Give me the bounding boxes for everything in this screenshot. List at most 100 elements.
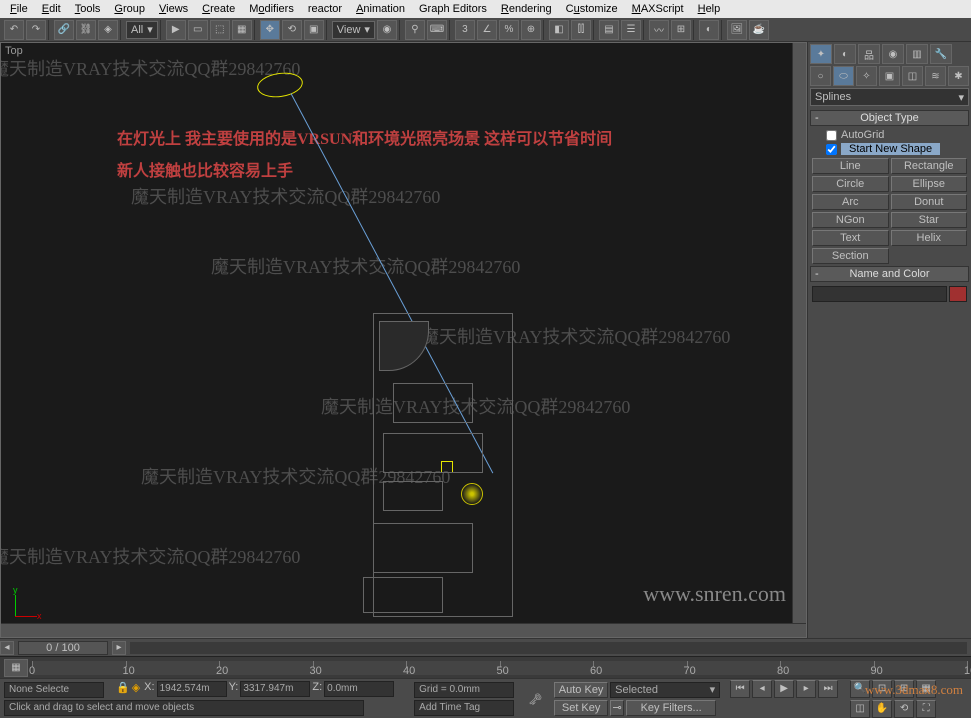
- select-button[interactable]: ▶: [166, 20, 186, 40]
- obj-circle[interactable]: Circle: [812, 176, 889, 192]
- obj-section[interactable]: Section: [812, 248, 889, 264]
- align-button[interactable]: ▤: [599, 20, 619, 40]
- obj-text[interactable]: Text: [812, 230, 889, 246]
- mirror-button[interactable]: ⫿⫿: [571, 20, 591, 40]
- obj-arc[interactable]: Arc: [812, 194, 889, 210]
- object-type-rollout[interactable]: -Object Type: [810, 110, 969, 126]
- helpers-cat[interactable]: ◫: [902, 66, 923, 86]
- x-coord-input[interactable]: 1942.574m: [157, 681, 227, 697]
- lock-icon[interactable]: 🔒: [116, 681, 130, 697]
- pivot-button[interactable]: ◉: [377, 20, 397, 40]
- obj-helix[interactable]: Helix: [891, 230, 968, 246]
- name-color-rollout[interactable]: -Name and Color: [810, 266, 969, 282]
- snap-button[interactable]: 3: [455, 20, 475, 40]
- quick-render-button[interactable]: ☕: [749, 20, 769, 40]
- ruler-track[interactable]: 0102030405060708090100: [32, 661, 967, 675]
- select-scale-button[interactable]: ▣: [304, 20, 324, 40]
- z-coord-input[interactable]: 0.0mm: [324, 681, 394, 697]
- render-scene-button[interactable]: 🖼: [727, 20, 747, 40]
- goto-start-button[interactable]: ⏮: [730, 680, 750, 698]
- category-dropdown[interactable]: Splines▾: [810, 88, 969, 106]
- cameras-cat[interactable]: ▣: [879, 66, 900, 86]
- bind-button[interactable]: ◈: [98, 20, 118, 40]
- hierarchy-tab[interactable]: 品: [858, 44, 880, 64]
- redo-button[interactable]: ↷: [26, 20, 46, 40]
- percent-snap-button[interactable]: %: [499, 20, 519, 40]
- startshape-checkbox[interactable]: [826, 144, 837, 155]
- menu-edit[interactable]: Edit: [36, 2, 67, 16]
- menu-views[interactable]: Views: [153, 2, 194, 16]
- next-frame-button[interactable]: ▸: [796, 680, 816, 698]
- obj-ellipse[interactable]: Ellipse: [891, 176, 968, 192]
- selection-filter-dropdown[interactable]: All▾: [126, 21, 158, 39]
- object-color-swatch[interactable]: [949, 286, 967, 302]
- ref-coord-dropdown[interactable]: View▾: [332, 21, 375, 39]
- display-tab[interactable]: ▥: [906, 44, 928, 64]
- angle-snap-button[interactable]: ∠: [477, 20, 497, 40]
- menu-rendering[interactable]: Rendering: [495, 2, 558, 16]
- menu-modifiers[interactable]: Modifiers: [243, 2, 300, 16]
- coord-mode-icon[interactable]: ◈: [132, 681, 140, 697]
- menu-file[interactable]: File: [4, 2, 34, 16]
- modify-tab[interactable]: ◐: [834, 44, 856, 64]
- window-crossing-button[interactable]: ▦: [232, 20, 252, 40]
- select-name-button[interactable]: ▭: [188, 20, 208, 40]
- viewport-scrollbar-v[interactable]: [792, 43, 806, 637]
- layers-button[interactable]: ☰: [621, 20, 641, 40]
- create-tab[interactable]: ✦: [810, 44, 832, 64]
- lights-cat[interactable]: ✧: [856, 66, 877, 86]
- spinner-snap-button[interactable]: ⊕: [521, 20, 541, 40]
- utilities-tab[interactable]: 🔧: [930, 44, 952, 64]
- curve-editor-button[interactable]: 〰: [649, 20, 669, 40]
- menu-tools[interactable]: Tools: [69, 2, 107, 16]
- y-coord-input[interactable]: 3317.947m: [240, 681, 310, 697]
- trackbar-toggle[interactable]: ▦: [4, 659, 28, 677]
- link-button[interactable]: 🔗: [54, 20, 74, 40]
- pan-button[interactable]: ✋: [872, 700, 892, 718]
- systems-cat[interactable]: ✱: [948, 66, 969, 86]
- keymode-dropdown[interactable]: Selected▾: [610, 682, 720, 698]
- select-move-button[interactable]: ✥: [260, 20, 280, 40]
- time-prev-button[interactable]: ◂: [0, 641, 14, 655]
- warps-cat[interactable]: ≋: [925, 66, 946, 86]
- menu-animation[interactable]: Animation: [350, 2, 411, 16]
- viewport-top[interactable]: Top 魔天制造VRAY技术交流QQ群29842760 魔天制造VRAY技术交流…: [0, 42, 807, 638]
- menu-group[interactable]: Group: [108, 2, 151, 16]
- obj-ngon[interactable]: NGon: [812, 212, 889, 228]
- material-editor-button[interactable]: ◐: [699, 20, 719, 40]
- vrsun-gizmo[interactable]: [256, 70, 305, 100]
- play-button[interactable]: ▶: [774, 680, 794, 698]
- obj-donut[interactable]: Donut: [891, 194, 968, 210]
- menu-help[interactable]: Help: [692, 2, 727, 16]
- menu-customize[interactable]: Customize: [560, 2, 624, 16]
- motion-tab[interactable]: ◉: [882, 44, 904, 64]
- time-slider[interactable]: 0 / 100: [18, 641, 108, 655]
- viewport-scrollbar-h[interactable]: [1, 623, 806, 637]
- autogrid-checkbox[interactable]: [826, 130, 837, 141]
- menu-grapheditors[interactable]: Graph Editors: [413, 2, 493, 16]
- manipulate-button[interactable]: ⚲: [405, 20, 425, 40]
- select-region-button[interactable]: ⬚: [210, 20, 230, 40]
- fov-button[interactable]: ◫: [850, 700, 870, 718]
- object-name-input[interactable]: [812, 286, 947, 302]
- time-track[interactable]: [130, 642, 967, 654]
- keyset-icon[interactable]: ⊸: [610, 700, 624, 716]
- orbit-button[interactable]: ⟲: [894, 700, 914, 718]
- goto-end-button[interactable]: ⏭: [818, 680, 838, 698]
- named-selection-button[interactable]: ◧: [549, 20, 569, 40]
- menu-create[interactable]: Create: [196, 2, 241, 16]
- unlink-button[interactable]: ⛓: [76, 20, 96, 40]
- shapes-cat[interactable]: ⬭: [833, 66, 854, 86]
- menu-reactor[interactable]: reactor: [302, 2, 348, 16]
- schematic-button[interactable]: ⊞: [671, 20, 691, 40]
- autokey-button[interactable]: Auto Key: [554, 682, 608, 698]
- prev-frame-button[interactable]: ◂: [752, 680, 772, 698]
- geometry-cat[interactable]: ○: [810, 66, 831, 86]
- menu-maxscript[interactable]: MAXScript: [626, 2, 690, 16]
- addtag-button[interactable]: Add Time Tag: [414, 700, 514, 716]
- undo-button[interactable]: ↶: [4, 20, 24, 40]
- obj-rectangle[interactable]: Rectangle: [891, 158, 968, 174]
- maximize-button[interactable]: ⛶: [916, 700, 936, 718]
- obj-line[interactable]: Line: [812, 158, 889, 174]
- time-next-button[interactable]: ▸: [112, 641, 126, 655]
